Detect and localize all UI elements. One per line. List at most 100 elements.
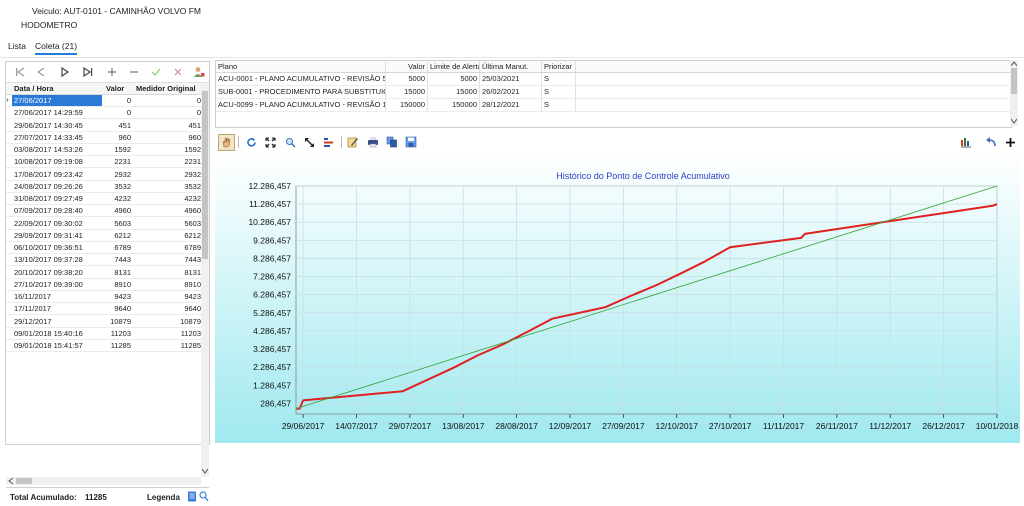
save-icon[interactable]: [404, 135, 418, 149]
table-row[interactable]: 27/06/2017 14:29:59 0 0: [6, 107, 201, 120]
cell-original[interactable]: 4960: [134, 205, 201, 216]
tab-lista[interactable]: Lista: [8, 41, 26, 51]
table-row[interactable]: 31/08/2017 09:27:49 4232 4232: [6, 193, 201, 205]
next-icon[interactable]: [57, 64, 73, 80]
cell-date[interactable]: 07/09/2017 09:28:40: [12, 205, 102, 216]
add-icon[interactable]: [104, 64, 120, 80]
legend-search-icon[interactable]: [199, 491, 209, 502]
cell-ultima[interactable]: 25/03/2021: [480, 73, 542, 85]
cell-value[interactable]: 2932: [102, 169, 131, 180]
col-limite[interactable]: Limite de Alerta: [428, 61, 480, 72]
col-date[interactable]: Data / Hora: [14, 84, 54, 93]
table-row[interactable]: 17/11/2017 9640 9640: [6, 303, 201, 316]
cell-date[interactable]: 09/01/2018 15:40:16: [12, 328, 102, 339]
grid-hscroll-thumb[interactable]: [16, 478, 32, 484]
cell-original[interactable]: 11203: [134, 328, 201, 339]
cell-value[interactable]: 11203: [102, 328, 131, 339]
user-icon[interactable]: [191, 64, 207, 80]
table-row[interactable]: 16/11/2017 9423 9423: [6, 291, 201, 303]
cell-plano[interactable]: ACU-0001 - PLANO ACUMULATIVO - REVISÃO 5…: [216, 73, 386, 85]
cell-priorizar[interactable]: S: [542, 73, 576, 85]
cell-value[interactable]: 4960: [102, 205, 131, 216]
cell-value[interactable]: 1592: [102, 144, 131, 155]
cell-limite[interactable]: 5000: [428, 73, 480, 85]
plans-scroll-up-icon[interactable]: [1011, 61, 1017, 67]
table-row[interactable]: 09/01/2018 15:40:16 11203 11203: [6, 328, 201, 340]
scroll-left-icon[interactable]: [8, 478, 14, 484]
fit-icon[interactable]: [263, 135, 277, 149]
cell-original[interactable]: 6212: [134, 230, 201, 241]
scroll-down-icon[interactable]: [202, 468, 208, 474]
cell-date[interactable]: 09/01/2018 15:41:57: [12, 340, 102, 351]
cell-date[interactable]: 20/10/2017 09:38:20: [12, 267, 102, 278]
resize-icon[interactable]: [302, 135, 316, 149]
cell-date[interactable]: 13/10/2017 09:37:28: [12, 254, 102, 265]
cell-date[interactable]: 03/08/2017 14:53:26: [12, 144, 102, 155]
cell-date[interactable]: 31/08/2017 09:27:49: [12, 193, 102, 204]
cell-original[interactable]: 451: [134, 120, 201, 131]
cell-date[interactable]: 29/12/2017: [12, 316, 102, 327]
tab-coleta[interactable]: Coleta (21): [35, 41, 78, 55]
cell-ultima[interactable]: 26/02/2021: [480, 86, 542, 98]
cell-original[interactable]: 2231: [134, 156, 201, 167]
cell-original[interactable]: 4232: [134, 193, 201, 204]
cell-date[interactable]: 27/06/2017: [12, 95, 102, 106]
table-row[interactable]: 09/01/2018 15:41:57 11285 11285: [6, 340, 201, 352]
remove-icon[interactable]: [126, 64, 142, 80]
cell-original[interactable]: 1592: [134, 144, 201, 155]
plan-row[interactable]: ACU-0001 - PLANO ACUMULATIVO - REVISÃO 5…: [216, 73, 1011, 86]
plan-row[interactable]: SUB-0001 - PROCEDIMENTO PARA SUBSTITUIÇÃ…: [216, 86, 1011, 99]
cell-value[interactable]: 6212: [102, 230, 131, 241]
table-row[interactable]: 29/09/2017 09:31:41 6212 6212: [6, 230, 201, 242]
cell-value[interactable]: 7443: [102, 254, 131, 265]
cell-date[interactable]: 24/08/2017 09:26:26: [12, 181, 102, 192]
cell-value[interactable]: 4232: [102, 193, 131, 204]
col-priorizar[interactable]: Priorizar: [542, 61, 576, 72]
cell-limite[interactable]: 15000: [428, 86, 480, 98]
cell-valor[interactable]: 150000: [386, 99, 428, 111]
plans-scroll-down-icon[interactable]: [1011, 118, 1017, 124]
cell-valor[interactable]: 15000: [386, 86, 428, 98]
table-row[interactable]: 24/08/2017 09:26:26 3532 3532: [6, 181, 201, 193]
cell-date[interactable]: 22/09/2017 09:30:02: [12, 218, 102, 229]
cell-original[interactable]: 8910: [134, 279, 201, 290]
cell-valor[interactable]: 5000: [386, 73, 428, 85]
series-icon[interactable]: [321, 135, 335, 149]
table-row[interactable]: 13/10/2017 09:37:28 7443 7443: [6, 254, 201, 267]
col-plano[interactable]: Plano: [216, 61, 386, 72]
cell-value[interactable]: 10879: [102, 316, 131, 327]
hand-icon[interactable]: [218, 134, 235, 151]
cancel-icon[interactable]: [170, 64, 186, 80]
cell-date[interactable]: 06/10/2017 09:36:51: [12, 242, 102, 253]
cell-date[interactable]: 27/10/2017 09:39:00: [12, 279, 102, 290]
plans-vscroll-thumb[interactable]: [1011, 68, 1017, 94]
cell-value[interactable]: 2231: [102, 156, 131, 167]
cell-value[interactable]: 0: [102, 95, 131, 106]
cell-original[interactable]: 11285: [134, 340, 201, 351]
cell-date[interactable]: 27/07/2017 14:33:45: [12, 132, 102, 143]
cell-value[interactable]: 0: [102, 107, 131, 118]
refresh-icon[interactable]: [244, 135, 258, 149]
table-row[interactable]: 29/12/2017 10879 10879: [6, 316, 201, 328]
cell-value[interactable]: 5603: [102, 218, 131, 229]
edit-icon[interactable]: [346, 135, 360, 149]
col-ultima[interactable]: Última Manut.: [480, 61, 542, 72]
table-row[interactable]: 20/10/2017 09:38:20 8131 8131: [6, 267, 201, 279]
col-value[interactable]: Valor: [106, 84, 124, 93]
cell-date[interactable]: 29/09/2017 09:31:41: [12, 230, 102, 241]
cell-date[interactable]: 27/06/2017 14:29:59: [12, 107, 102, 118]
cell-original[interactable]: 960: [134, 132, 201, 143]
cell-original[interactable]: 3532: [134, 181, 201, 192]
table-row[interactable]: 10/08/2017 09:19:08 2231 2231: [6, 156, 201, 169]
cell-original[interactable]: 7443: [134, 254, 201, 265]
col-original[interactable]: Medidor Original: [136, 84, 196, 93]
cell-value[interactable]: 3532: [102, 181, 131, 192]
cell-value[interactable]: 9640: [102, 303, 131, 314]
cell-original[interactable]: 9640: [134, 303, 201, 314]
cell-original[interactable]: 8131: [134, 267, 201, 278]
cell-priorizar[interactable]: S: [542, 86, 576, 98]
cell-original[interactable]: 0: [134, 95, 201, 106]
cell-limite[interactable]: 150000: [428, 99, 480, 111]
table-row[interactable]: 27/07/2017 14:33:45 960 960: [6, 132, 201, 144]
cell-value[interactable]: 8131: [102, 267, 131, 278]
